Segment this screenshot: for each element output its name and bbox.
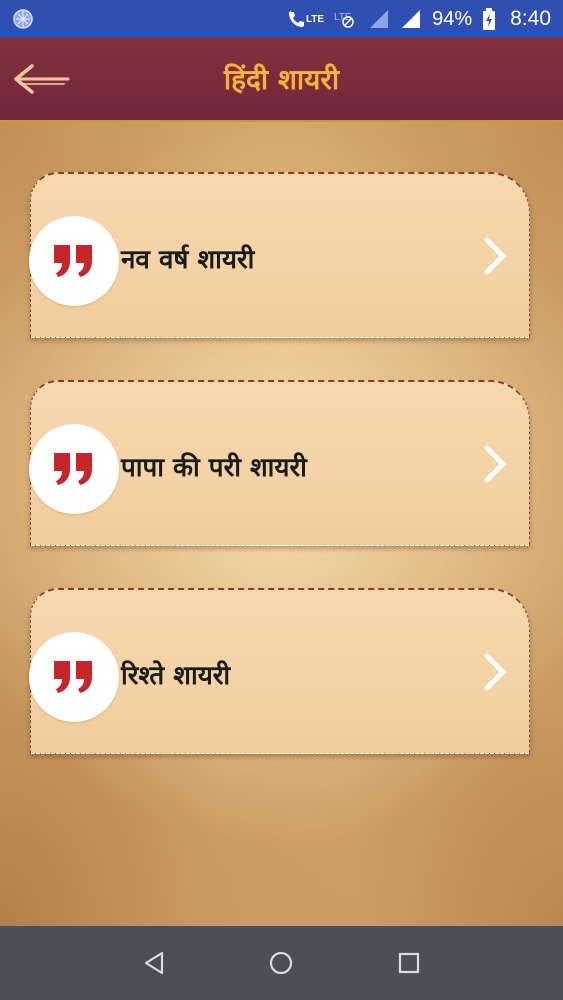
app-bar: हिंदी शायरी <box>0 38 563 122</box>
phone-lte-icon: LTE <box>288 9 324 29</box>
list-item-label: रिश्ते शायरी <box>121 661 231 691</box>
list-item[interactable]: नव वर्ष शायरी <box>29 172 530 338</box>
list-item[interactable]: पापा की परी शायरी <box>29 380 530 546</box>
system-nav-bar <box>0 926 563 1000</box>
nav-recents-button[interactable] <box>389 943 429 983</box>
list-item-label: पापा की परी शायरी <box>121 453 307 483</box>
quote-icon <box>54 661 92 693</box>
quote-icon <box>54 453 92 485</box>
app-notification-icon <box>13 9 33 29</box>
nav-home-button[interactable] <box>261 943 301 983</box>
chevron-right-icon <box>484 237 506 275</box>
content-area: नव वर्ष शायरी पापा की परी शायरी रिश्ते श… <box>0 122 563 926</box>
signal-full-icon <box>402 10 421 28</box>
battery-percent: 94% <box>432 7 473 30</box>
battery-charging-icon <box>483 8 496 30</box>
nav-back-button[interactable] <box>134 943 174 983</box>
card-divider <box>31 545 529 546</box>
list-item-label: नव वर्ष शायरी <box>121 245 255 275</box>
chevron-right-icon <box>484 653 506 691</box>
quote-badge <box>29 216 119 306</box>
quote-icon <box>54 245 92 277</box>
status-left <box>12 8 34 30</box>
nav-home-icon <box>270 951 293 975</box>
quote-badge <box>29 424 119 514</box>
nav-recents-icon <box>399 952 420 974</box>
signal-weak-icon <box>370 10 389 28</box>
data-saver-icon: LTE <box>334 12 354 28</box>
clock: 8:40 <box>510 7 551 30</box>
back-arrow-icon <box>14 64 70 94</box>
list-item[interactable]: रिश्ते शायरी <box>29 588 530 754</box>
status-right: LTE LTE 94% 8:40 <box>288 7 551 31</box>
back-button[interactable] <box>10 56 72 102</box>
lte-label: LTE <box>305 13 325 25</box>
card-divider <box>31 753 529 754</box>
nav-back-icon <box>144 951 163 975</box>
page-title: हिंदी शायरी <box>223 63 340 96</box>
status-bar: LTE LTE 94% 8:40 <box>0 0 563 38</box>
quote-badge <box>29 632 119 722</box>
card-divider <box>31 337 529 338</box>
chevron-right-icon <box>484 445 506 483</box>
